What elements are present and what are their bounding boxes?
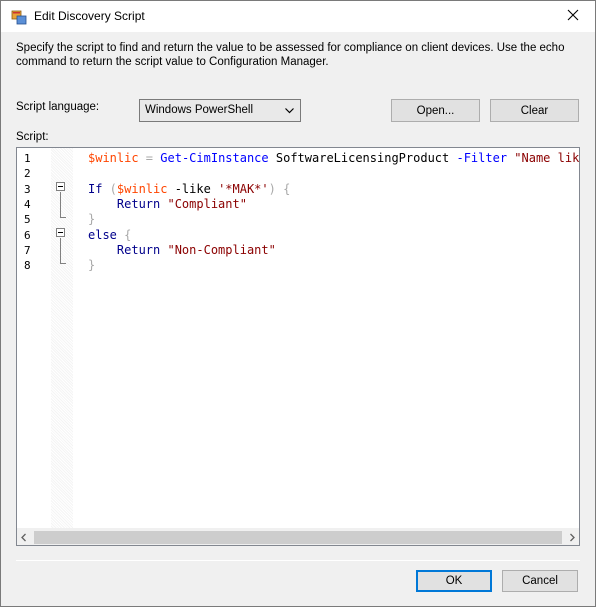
code-token: ) { (268, 181, 291, 196)
line-number-gutter (17, 148, 51, 528)
code-token: '*MAK*' (218, 181, 269, 196)
line-number: 7 (24, 243, 31, 257)
scrollbar-thumb[interactable] (34, 531, 562, 544)
edit-discovery-script-dialog: Edit Discovery Script Specify the script… (0, 0, 596, 607)
scroll-right-icon[interactable] (567, 532, 577, 545)
script-language-label: Script language: (16, 101, 100, 113)
fold-margin (51, 148, 73, 528)
line-number: 2 (24, 167, 31, 181)
code-token: ( (102, 181, 117, 196)
fold-end-marker (60, 217, 66, 218)
fold-end-marker (60, 263, 66, 264)
title-bar: Edit Discovery Script (1, 1, 595, 32)
scroll-left-icon[interactable] (19, 532, 29, 545)
script-language-dropdown[interactable]: Windows PowerShell (139, 99, 301, 122)
window-title: Edit Discovery Script (34, 9, 145, 23)
code-token: "Non-Compliant" (167, 242, 276, 257)
code-line: If ($winlic -like '*MAK*') { (88, 182, 290, 197)
fold-guide-line (60, 238, 61, 264)
code-line: Return "Compliant" (88, 197, 247, 212)
code-token: -like (167, 181, 219, 196)
line-number: 6 (24, 228, 31, 242)
close-button[interactable] (551, 1, 595, 31)
script-label: Script: (16, 131, 49, 143)
fold-guide-line (60, 192, 61, 218)
horizontal-scrollbar[interactable] (17, 528, 579, 545)
code-token: = (138, 151, 161, 165)
clear-button[interactable]: Clear (490, 99, 579, 122)
line-number: 3 (24, 182, 31, 196)
code-token: } (88, 258, 96, 273)
close-icon (567, 9, 579, 24)
code-line: } (88, 212, 95, 227)
divider (16, 560, 580, 561)
code-token: } (88, 212, 96, 227)
code-token: "Compliant" (167, 196, 247, 211)
ok-button[interactable]: OK (416, 570, 492, 592)
script-language-value: Windows PowerShell (145, 104, 254, 116)
line-number: 1 (24, 152, 31, 165)
cancel-button[interactable]: Cancel (502, 570, 578, 592)
code-token: -Filter (456, 151, 508, 165)
chevron-down-icon (284, 105, 295, 119)
line-number: 5 (24, 213, 31, 227)
code-line: else { (88, 228, 131, 243)
code-line: } (88, 258, 95, 273)
code-token: Get-CimInstance (160, 151, 269, 165)
script-editor[interactable]: 1 234 567 8 $winlic = Get-CimInstance Softw… (16, 147, 580, 546)
code-token: else (88, 227, 117, 242)
code-token: { (116, 227, 132, 242)
code-area[interactable]: $winlic = Get-CimInstance SoftwareLicens… (73, 148, 579, 528)
code-token: $winlic (88, 151, 139, 165)
code-token: If (88, 181, 103, 196)
line-number: 8 (24, 259, 31, 273)
app-window-icon (11, 9, 27, 25)
dialog-description: Specify the script to find and return th… (16, 42, 565, 68)
code-line: Return "Non-Compliant" (88, 243, 276, 258)
line-number: 4 (24, 197, 31, 211)
code-token: SoftwareLicensingProduct (268, 151, 457, 165)
fold-collapse-icon[interactable] (56, 228, 65, 237)
fold-collapse-icon[interactable] (56, 182, 65, 191)
code-token: Return (88, 196, 168, 211)
code-token: "Name like 'Wi (514, 151, 579, 165)
code-token: $winlic (116, 181, 168, 196)
code-line: $winlic = Get-CimInstance SoftwareLicens… (88, 151, 579, 166)
open-button[interactable]: Open... (391, 99, 480, 122)
code-token: Return (88, 242, 168, 257)
